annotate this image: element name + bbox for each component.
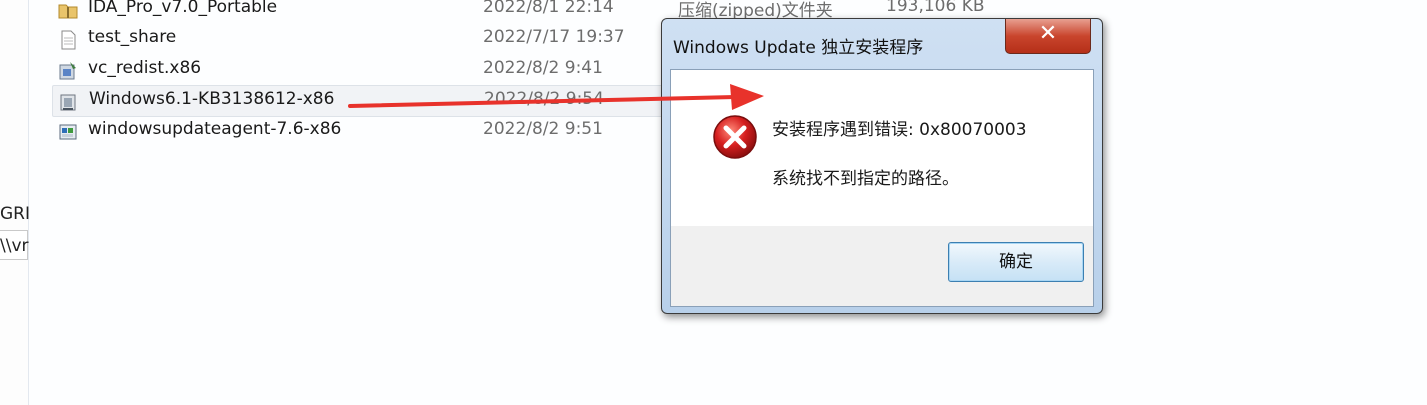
- red-arrow-annotation: [348, 84, 764, 110]
- explorer-window: GRI \\vr IDA_Pro_v7.0_Portable 2022/8/1 …: [0, 0, 1427, 405]
